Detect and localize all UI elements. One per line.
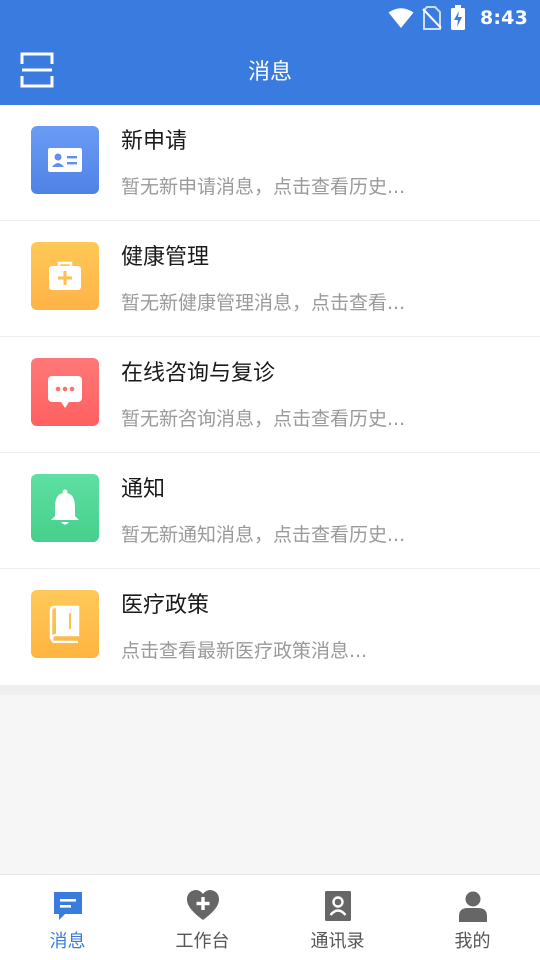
message-item-health-management[interactable]: 健康管理 暂无新健康管理消息，点击查看... <box>0 221 540 337</box>
chat-bubble-icon <box>31 358 99 426</box>
message-desc: 暂无新申请消息，点击查看历史... <box>121 176 406 198</box>
bell-icon <box>31 474 99 542</box>
battery-charging-icon <box>450 5 465 30</box>
user-icon <box>458 891 487 922</box>
tab-label: 工作台 <box>175 931 230 952</box>
message-title: 通知 <box>121 477 166 502</box>
status-icons: 8:43 <box>388 5 528 31</box>
message-item-new-application[interactable]: 新申请 暂无新申请消息，点击查看历史... <box>0 105 540 221</box>
medical-kit-icon <box>31 242 99 310</box>
tab-profile[interactable]: 我的 <box>405 875 540 960</box>
top-bar: 8:43 消息 <box>0 0 540 105</box>
status-time: 8:43 <box>479 7 528 29</box>
id-card-icon <box>31 126 99 194</box>
message-list: 新申请 暂无新申请消息，点击查看历史... 健康管理 暂无新健康管理消息，点击查… <box>0 105 540 685</box>
message-icon <box>53 892 82 920</box>
message-title: 健康管理 <box>121 245 210 270</box>
contacts-icon <box>324 891 351 921</box>
message-title: 在线咨询与复诊 <box>121 361 276 386</box>
message-desc: 暂无新咨询消息，点击查看历史... <box>121 408 406 430</box>
message-title: 医疗政策 <box>121 593 210 618</box>
message-item-medical-policy[interactable]: 医疗政策 点击查看最新医疗政策消息... <box>0 569 540 685</box>
tab-label: 我的 <box>454 931 491 952</box>
tab-contacts[interactable]: 通讯录 <box>270 875 405 960</box>
tab-messages[interactable]: 消息 <box>0 875 135 960</box>
tab-label: 消息 <box>49 931 86 952</box>
message-desc: 暂无新健康管理消息，点击查看... <box>121 292 406 314</box>
message-item-online-consultation[interactable]: 在线咨询与复诊 暂无新咨询消息，点击查看历史... <box>0 337 540 453</box>
wifi-icon <box>388 8 414 28</box>
book-icon <box>31 590 99 658</box>
message-desc: 点击查看最新医疗政策消息... <box>121 640 368 662</box>
tab-label: 通讯录 <box>310 931 365 952</box>
list-bottom-gap <box>0 685 540 695</box>
message-desc: 暂无新通知消息，点击查看历史... <box>121 524 406 546</box>
no-sim-icon <box>422 6 442 30</box>
nav-bar: 消息 <box>0 36 540 105</box>
heart-plus-icon <box>186 890 219 920</box>
app-root: 8:43 消息 新申请 暂无新申请消息，点击查看历史... 健康管理 暂无新健康… <box>0 0 540 960</box>
page-title: 消息 <box>247 60 292 85</box>
message-item-notification[interactable]: 通知 暂无新通知消息，点击查看历史... <box>0 453 540 569</box>
tab-workbench[interactable]: 工作台 <box>135 875 270 960</box>
message-title: 新申请 <box>121 129 188 154</box>
status-bar: 8:43 <box>0 0 540 36</box>
bottom-tab-bar: 消息 工作台 通讯录 我的 <box>0 874 540 960</box>
